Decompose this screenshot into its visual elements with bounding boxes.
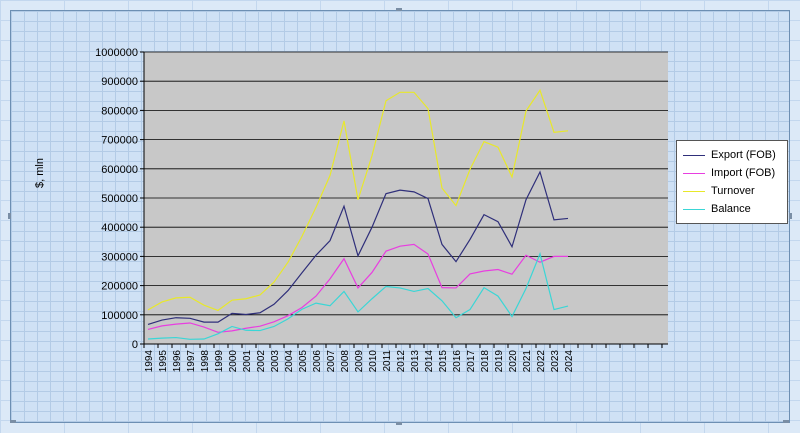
legend-item-balance: Balance: [683, 200, 781, 218]
x-tick-label: 2003: [270, 350, 281, 373]
x-tick-label: 2008: [340, 350, 351, 373]
x-tick-label: 2010: [368, 350, 379, 373]
x-tick-label: 1997: [186, 350, 197, 373]
legend-item-export: Export (FOB): [683, 146, 781, 164]
x-tick-label: 2013: [410, 350, 421, 373]
legend-swatch-balance: [683, 208, 705, 210]
y-tick-label: 200000: [101, 281, 138, 293]
x-tick-label: 2023: [550, 350, 561, 373]
legend-item-turnover: Turnover: [683, 182, 781, 200]
y-tick-label: 0: [132, 339, 138, 351]
x-tick-label: 2011: [382, 350, 393, 372]
legend-swatch-import: [683, 172, 705, 174]
x-tick-label: 1994: [144, 350, 155, 373]
legend-label-turnover: Turnover: [711, 185, 755, 197]
y-tick-label: 400000: [101, 222, 138, 234]
x-tick-label: 2017: [466, 350, 477, 373]
x-tick-label: 2000: [228, 350, 239, 373]
x-tick-label: 1995: [158, 350, 169, 373]
x-tick-label: 2015: [438, 350, 449, 373]
y-tick-label: 100000: [101, 310, 138, 322]
x-tick-label: 2021: [522, 350, 533, 373]
x-tick-label: 2007: [326, 350, 337, 373]
x-tick-label: 2019: [494, 350, 505, 373]
legend-swatch-turnover: [683, 190, 705, 192]
legend-label-import: Import (FOB): [711, 167, 776, 179]
x-tick-label: 2002: [256, 350, 267, 373]
y-tick-label: 700000: [101, 135, 138, 147]
x-tick-label: 2022: [536, 350, 547, 373]
x-tick-label: 2016: [452, 350, 463, 373]
legend-item-import: Import (FOB): [683, 164, 781, 182]
y-tick-label: 300000: [101, 251, 138, 263]
x-tick-label: 2006: [312, 350, 323, 373]
x-tick-label: 2009: [354, 350, 365, 373]
x-tick-label: 2004: [284, 350, 295, 373]
x-tick-label: 2014: [424, 350, 435, 373]
y-tick-label: 1000000: [95, 47, 138, 59]
x-tick-label: 2018: [480, 350, 491, 373]
legend-swatch-export: [683, 154, 705, 156]
x-tick-label: 1999: [214, 350, 225, 373]
legend-label-export: Export (FOB): [711, 149, 776, 161]
y-tick-label: 900000: [101, 76, 138, 88]
x-tick-label: 2012: [396, 350, 407, 373]
chart-legend[interactable]: Export (FOB) Import (FOB) Turnover Balan…: [676, 140, 788, 224]
y-axis-label: $, mln: [34, 158, 46, 188]
x-tick-label: 1998: [200, 350, 211, 373]
y-tick-label: 500000: [101, 193, 138, 205]
x-tick-label: 2020: [508, 350, 519, 373]
x-tick-label: 2005: [298, 350, 309, 373]
y-tick-label: 600000: [101, 164, 138, 176]
legend-label-balance: Balance: [711, 203, 751, 215]
x-tick-label: 1996: [172, 350, 183, 373]
x-tick-label: 2024: [564, 350, 575, 373]
x-tick-label: 2001: [242, 350, 253, 373]
y-tick-label: 800000: [101, 105, 138, 117]
